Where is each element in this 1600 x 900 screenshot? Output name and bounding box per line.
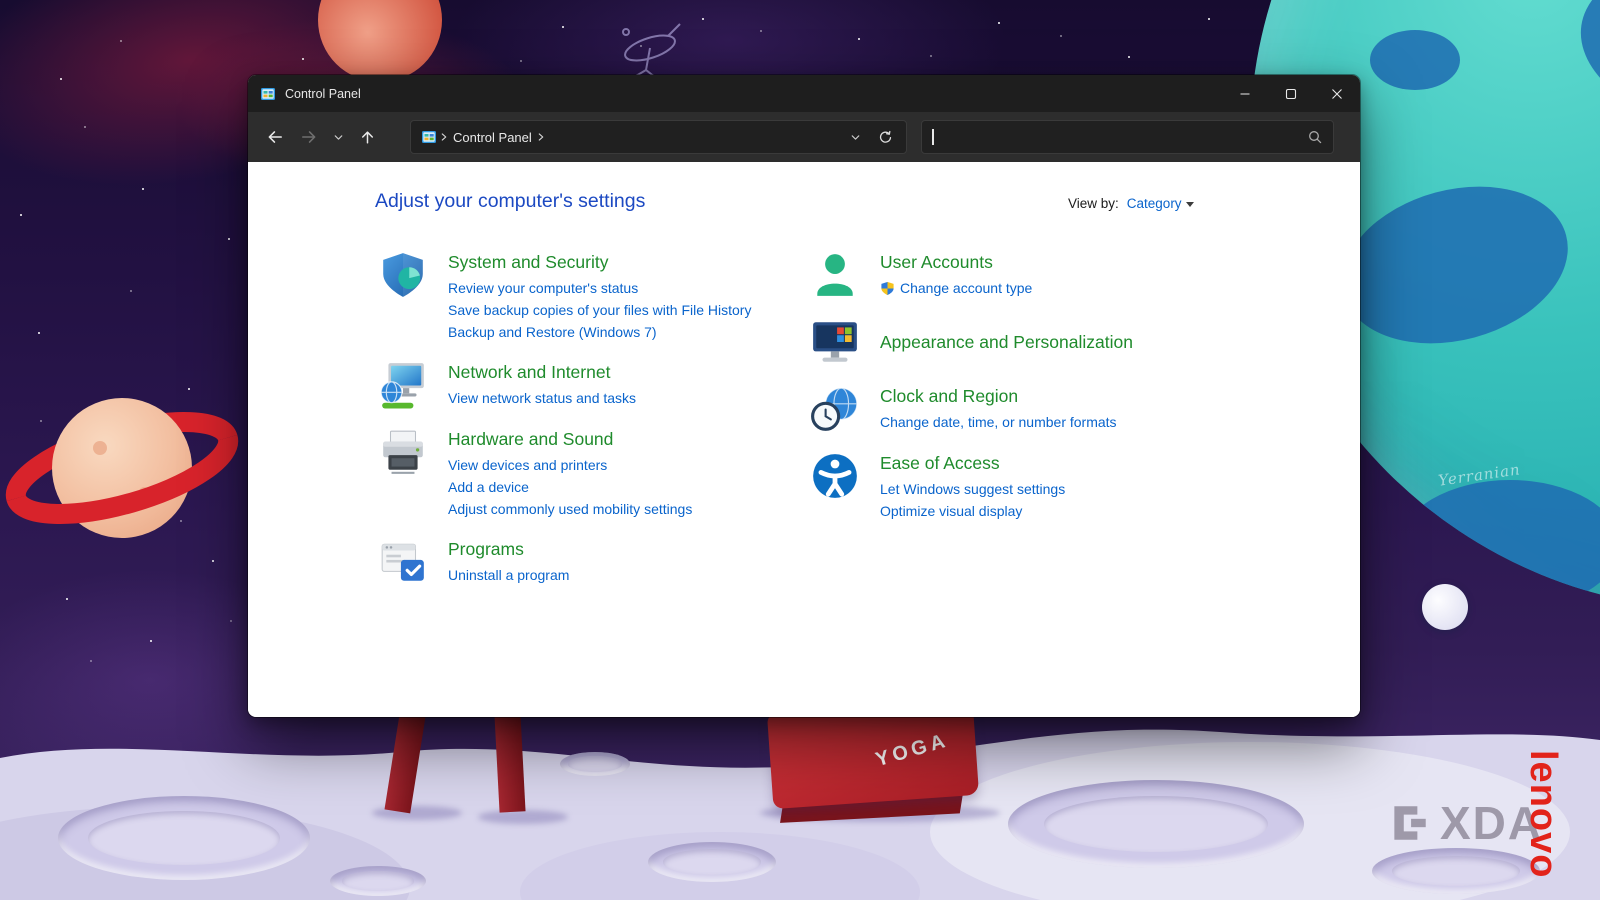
- category-clock-and-region: Clock and Region Change date, time, or n…: [810, 384, 1270, 434]
- maximize-icon: [1283, 86, 1299, 102]
- printer-icon[interactable]: [378, 427, 428, 477]
- yoga-bag-label: YOGA: [873, 729, 951, 772]
- category-link[interactable]: View devices and printers: [448, 454, 692, 476]
- ringed-planet: [4, 362, 240, 576]
- xda-watermark: XDA: [1386, 796, 1543, 850]
- chevron-down-icon: [849, 131, 862, 144]
- close-icon: [1329, 86, 1345, 102]
- page-title: Adjust your computer's settings: [375, 190, 645, 213]
- crater: [58, 796, 310, 880]
- window-title: Control Panel: [285, 87, 361, 101]
- address-bar[interactable]: Control Panel: [410, 120, 907, 154]
- back-arrow-icon: [266, 128, 284, 146]
- category-link[interactable]: Adjust commonly used mobility settings: [448, 498, 692, 520]
- stars-dim: [0, 0, 2, 2]
- clock-region-icon[interactable]: [810, 384, 860, 434]
- navigation-bar: Control Panel: [248, 112, 1360, 162]
- chevron-down-icon: [332, 131, 345, 144]
- small-moon: [1422, 584, 1468, 630]
- search-box[interactable]: [921, 120, 1334, 154]
- view-by-dropdown[interactable]: Category: [1127, 196, 1194, 211]
- xda-logo-icon: [1386, 800, 1432, 846]
- up-arrow-icon: [359, 129, 376, 146]
- category-title[interactable]: Ease of Access: [880, 451, 1065, 475]
- category-link[interactable]: Review your computer's status: [448, 277, 751, 299]
- crater: [1372, 848, 1540, 894]
- breadcrumb-chevron-icon[interactable]: [534, 130, 548, 144]
- recent-pages-button[interactable]: [326, 120, 350, 154]
- leg-shadow: [478, 810, 568, 824]
- category-title[interactable]: Appearance and Personalization: [880, 330, 1133, 354]
- orange-planet: [318, 0, 442, 82]
- category-title[interactable]: Clock and Region: [880, 384, 1117, 408]
- caret-down-icon: [1186, 202, 1194, 207]
- planet-patch: [1325, 163, 1586, 367]
- refresh-button[interactable]: [870, 122, 900, 152]
- categories-left-column: System and Security Review your computer…: [378, 250, 818, 604]
- control-panel-icon: [260, 86, 276, 102]
- control-panel-icon: [421, 129, 437, 145]
- planet-patch: [1570, 0, 1600, 149]
- category-title[interactable]: Programs: [448, 537, 569, 561]
- refresh-icon: [878, 130, 893, 145]
- category-programs: Programs Uninstall a program: [378, 537, 818, 587]
- up-button[interactable]: [350, 120, 384, 154]
- category-link[interactable]: View network status and tasks: [448, 387, 636, 409]
- minimize-icon: [1237, 86, 1253, 102]
- content-area: Adjust your computer's settings View by:…: [248, 162, 1360, 717]
- category-link[interactable]: Change date, time, or number formats: [880, 411, 1117, 433]
- crater: [648, 842, 776, 882]
- view-by-control: View by: Category: [1068, 196, 1194, 211]
- programs-icon[interactable]: [378, 537, 428, 587]
- search-icon[interactable]: [1307, 129, 1323, 145]
- category-link[interactable]: Uninstall a program: [448, 564, 569, 586]
- category-link[interactable]: Backup and Restore (Windows 7): [448, 321, 751, 343]
- address-dropdown-button[interactable]: [840, 122, 870, 152]
- category-ease-of-access: Ease of Access Let Windows suggest setti…: [810, 451, 1270, 522]
- search-input[interactable]: [934, 130, 1308, 145]
- network-internet-icon[interactable]: [378, 360, 428, 410]
- control-panel-window: Control Panel: [248, 75, 1360, 717]
- category-title[interactable]: System and Security: [448, 250, 751, 274]
- lenovo-logo: lenovo: [1521, 750, 1564, 878]
- minimize-button[interactable]: [1222, 75, 1268, 112]
- category-title[interactable]: User Accounts: [880, 250, 1032, 274]
- category-link[interactable]: Optimize visual display: [880, 500, 1065, 522]
- breadcrumb-chevron-icon[interactable]: [437, 130, 451, 144]
- crater: [330, 866, 426, 896]
- user-accounts-icon[interactable]: [810, 250, 860, 300]
- ease-of-access-icon[interactable]: [810, 451, 860, 501]
- category-system-and-security: System and Security Review your computer…: [378, 250, 818, 343]
- view-by-value: Category: [1127, 196, 1182, 211]
- forward-arrow-icon: [300, 128, 318, 146]
- appearance-monitor-icon[interactable]: [810, 317, 860, 367]
- breadcrumb[interactable]: Control Panel: [453, 130, 532, 145]
- maximize-button[interactable]: [1268, 75, 1314, 112]
- categories-right-column: User Accounts Change account type: [810, 250, 1270, 539]
- category-link[interactable]: Let Windows suggest settings: [880, 478, 1065, 500]
- crater: [560, 752, 630, 776]
- category-title[interactable]: Hardware and Sound: [448, 427, 692, 451]
- category-link[interactable]: Add a device: [448, 476, 692, 498]
- category-link[interactable]: Change account type: [900, 277, 1032, 299]
- table-leg: [494, 713, 525, 812]
- view-by-label: View by:: [1068, 196, 1119, 211]
- close-button[interactable]: [1314, 75, 1360, 112]
- back-button[interactable]: [258, 120, 292, 154]
- planet-patch: [1370, 30, 1460, 90]
- system-security-shield-icon[interactable]: [378, 250, 428, 300]
- crater: [1008, 780, 1304, 868]
- category-user-accounts: User Accounts Change account type: [810, 250, 1270, 300]
- uac-shield-icon: [880, 281, 895, 296]
- category-link[interactable]: Save backup copies of your files with Fi…: [448, 299, 751, 321]
- category-title[interactable]: Network and Internet: [448, 360, 636, 384]
- forward-button[interactable]: [292, 120, 326, 154]
- category-appearance-personalization: Appearance and Personalization: [810, 317, 1270, 367]
- window-titlebar[interactable]: Control Panel: [248, 75, 1360, 112]
- category-network-and-internet: Network and Internet View network status…: [378, 360, 818, 410]
- category-hardware-and-sound: Hardware and Sound View devices and prin…: [378, 427, 818, 520]
